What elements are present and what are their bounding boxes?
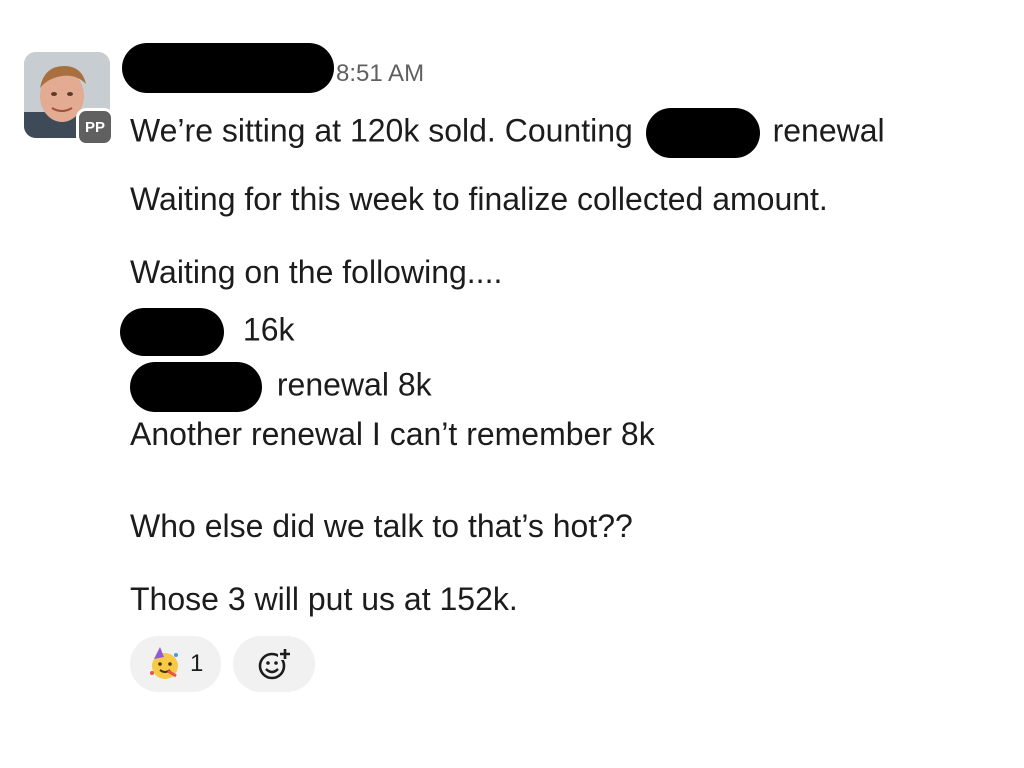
message-line: 16k bbox=[120, 308, 295, 356]
redacted-text bbox=[645, 108, 760, 158]
add-reaction-button[interactable] bbox=[233, 636, 316, 692]
party-face-icon bbox=[150, 647, 178, 679]
message-line: Another renewal I can’t remember 8k bbox=[130, 416, 655, 452]
reaction-count: 1 bbox=[190, 650, 204, 677]
message-line: Those 3 will put us at 152k. bbox=[130, 581, 518, 617]
message-text: renewal 8k bbox=[276, 366, 432, 403]
message-line: Who else did we talk to that’s hot?? bbox=[130, 508, 633, 544]
message-text: 16k bbox=[242, 311, 295, 348]
redacted-text bbox=[120, 308, 224, 356]
message-timestamp[interactable]: 8:51 AM bbox=[336, 60, 424, 88]
message-text: renewal bbox=[772, 112, 885, 149]
reaction-party[interactable]: 1 bbox=[130, 636, 222, 692]
avatar-initials-badge: PP bbox=[76, 108, 114, 146]
redacted-sender-name bbox=[122, 43, 334, 93]
redacted-text bbox=[130, 362, 262, 412]
message-text: We’re sitting at 120k sold. Counting bbox=[130, 112, 633, 149]
message-line: renewal 8k bbox=[130, 362, 432, 412]
add-reaction-icon bbox=[259, 648, 293, 680]
message-line: Waiting for this week to finalize collec… bbox=[130, 181, 828, 217]
message-line: Waiting on the following.... bbox=[130, 254, 503, 290]
message-line: We’re sitting at 120k sold. Counting ren… bbox=[130, 108, 885, 158]
reactions-bar: 1 bbox=[130, 636, 316, 692]
